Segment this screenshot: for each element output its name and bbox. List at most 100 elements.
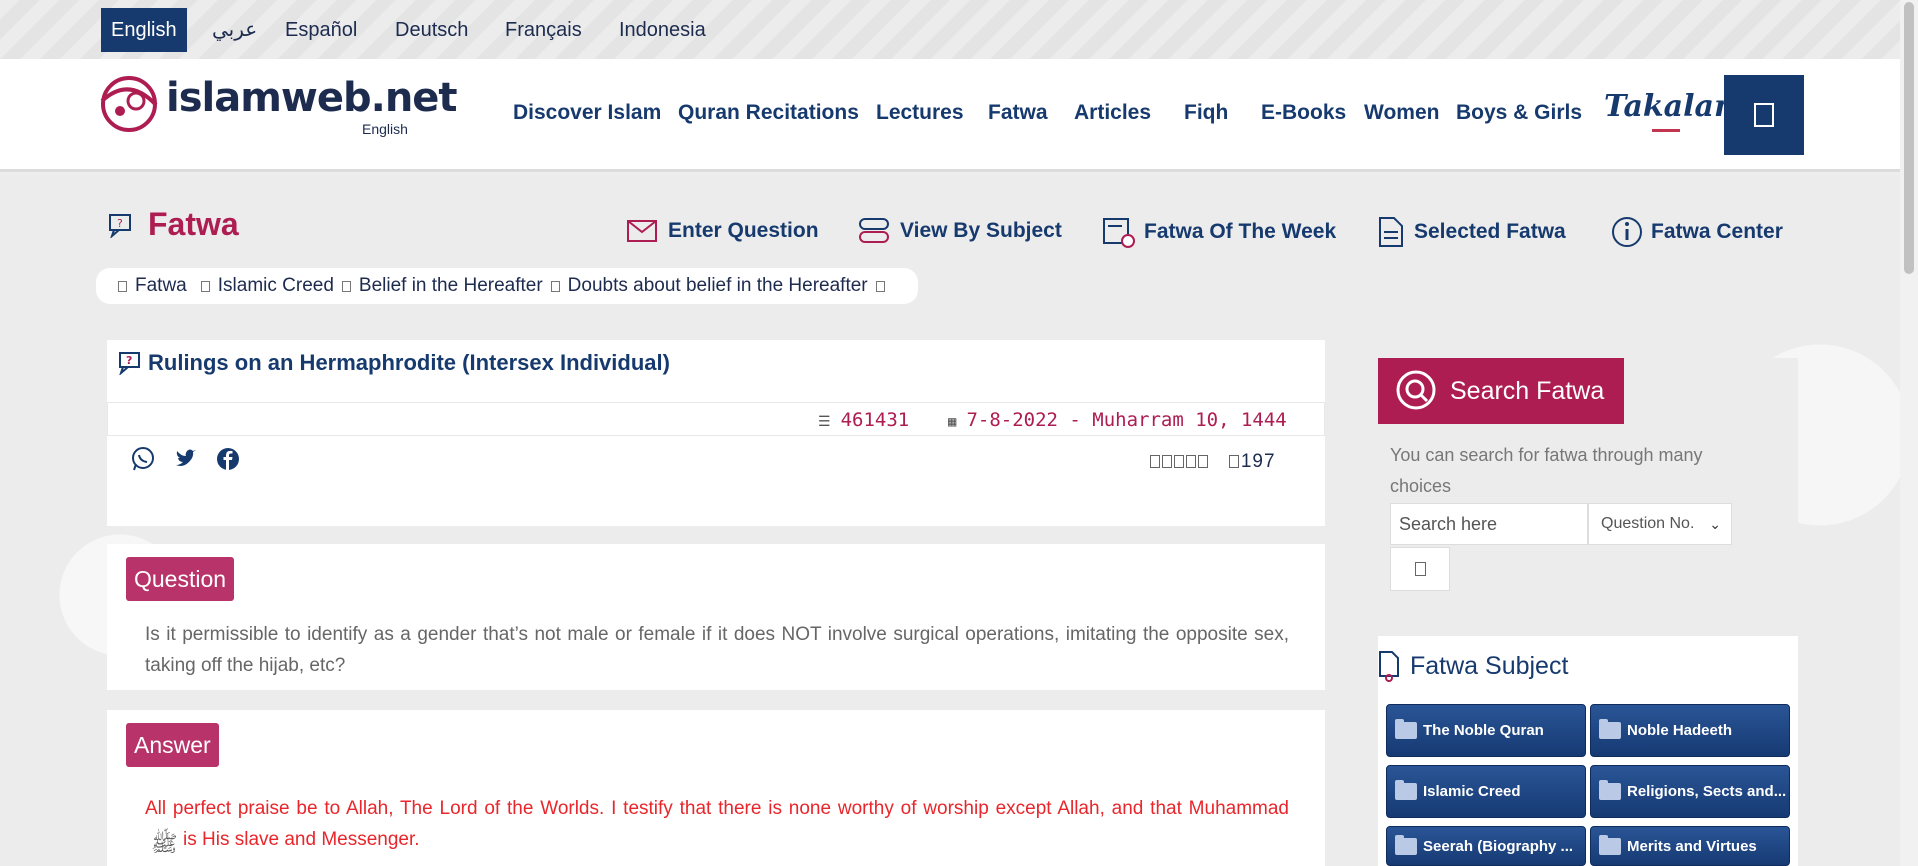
breadcrumb: Fatwa Islamic Creed Belief in the Hereaf…	[96, 268, 918, 304]
menu-icon	[1754, 103, 1774, 127]
star-icon[interactable]	[1150, 455, 1160, 468]
chevron-down-icon: ⌄	[1709, 516, 1721, 532]
whatsapp-icon[interactable]	[130, 446, 156, 472]
subject-noble-hadeeth[interactable]: Noble Hadeeth	[1590, 704, 1790, 757]
breadcrumb-belief-hereafter[interactable]: Belief in the Hereafter	[359, 275, 543, 297]
fatwa-question-icon: ?	[109, 213, 131, 238]
search-type-value: Question No.	[1601, 515, 1695, 532]
fatwa-date: ▦ 7-8-2022 - Muharram 10, 1444	[948, 409, 1287, 431]
subject-religions-sects[interactable]: Religions, Sects and...	[1590, 765, 1790, 818]
search-input[interactable]	[1390, 503, 1588, 545]
subject-islamic-creed[interactable]: Islamic Creed	[1386, 765, 1586, 818]
pbuh-calligraphy-icon: ﷺ	[151, 831, 178, 856]
search-fatwa-header[interactable]: Search Fatwa	[1378, 358, 1624, 424]
envelope-question-icon	[627, 220, 657, 242]
list-subject-icon	[859, 218, 889, 243]
question-label: Question	[126, 557, 235, 601]
nav-fiqh[interactable]: Fiqh	[1184, 101, 1228, 125]
folder-icon	[1599, 719, 1621, 739]
fatwa-number: ☰ 461431	[818, 409, 910, 431]
fatwa-section-header: ? Fatwa	[108, 206, 239, 243]
menu-button[interactable]	[1724, 75, 1804, 155]
rating-and-views: 197	[1150, 451, 1276, 473]
star-icon[interactable]	[1174, 455, 1184, 468]
folder-icon	[1599, 834, 1621, 855]
search-submit-button[interactable]	[1390, 547, 1450, 591]
nav-quran-recitations[interactable]: Quran Recitations	[678, 101, 859, 125]
breadcrumb-fatwa[interactable]: Fatwa	[135, 275, 187, 297]
nav-ebooks[interactable]: E-Books	[1261, 101, 1346, 125]
nav-lectures[interactable]: Lectures	[876, 101, 964, 125]
fatwa-center-label: Fatwa Center	[1651, 220, 1783, 243]
lang-spanish[interactable]: Español	[275, 8, 367, 52]
fatwa-page-title: Fatwa	[148, 206, 239, 242]
folder-icon	[1395, 834, 1417, 855]
lang-indonesian[interactable]: Indonesia	[609, 8, 716, 52]
calendar-clock-icon	[1103, 218, 1135, 248]
lang-german[interactable]: Deutsch	[385, 8, 478, 52]
breadcrumb-doubts[interactable]: Doubts about belief in the Hereafter	[568, 275, 868, 297]
list-icon: ☰	[818, 414, 831, 430]
view-by-subject-label: View By Subject	[900, 219, 1062, 242]
answer-text: All perfect praise be to Allah, The Lord…	[145, 798, 1289, 856]
star-icon[interactable]	[1198, 455, 1208, 468]
lang-english[interactable]: English	[101, 8, 187, 52]
subject-noble-quran[interactable]: The Noble Quran	[1386, 704, 1586, 757]
search-icon	[1414, 562, 1426, 576]
document-tree-icon	[1379, 651, 1399, 682]
lang-french[interactable]: Français	[495, 8, 592, 52]
fatwa-title: ? Rulings on an Hermaphrodite (Intersex …	[118, 350, 670, 376]
fatwa-of-week-label: Fatwa Of The Week	[1144, 220, 1337, 243]
document-icon	[1379, 217, 1403, 247]
info-icon	[1612, 217, 1642, 247]
lang-arabic[interactable]: عربي	[202, 8, 267, 52]
folder-icon	[1395, 780, 1417, 800]
svg-text:?: ?	[117, 217, 123, 230]
selected-fatwa-label: Selected Fatwa	[1414, 220, 1566, 243]
chevron-icon	[200, 280, 210, 292]
calendar-icon: ▦	[948, 414, 957, 430]
folder-icon	[1599, 780, 1621, 800]
site-header: islamweb.net English Discover Islam Qura…	[0, 59, 1900, 172]
site-logo[interactable]: islamweb.net English	[96, 71, 458, 141]
enter-question-link[interactable]: Enter Question	[626, 216, 819, 246]
answer-label: Answer	[126, 723, 219, 767]
search-type-select[interactable]: Question No. ⌄	[1588, 503, 1732, 545]
subject-merits-virtues[interactable]: Merits and Virtues	[1590, 826, 1790, 866]
search-bubble-icon	[1396, 370, 1436, 410]
folder-icon	[1395, 719, 1417, 739]
star-icon[interactable]	[1186, 455, 1196, 468]
breadcrumb-islamic-creed[interactable]: Islamic Creed	[218, 275, 334, 297]
nav-articles[interactable]: Articles	[1074, 101, 1151, 125]
logo-icon	[100, 76, 158, 132]
fatwa-subject-title: Fatwa Subject	[1410, 651, 1569, 680]
eye-icon	[1228, 455, 1239, 468]
search-description: You can search for fatwa through many ch…	[1390, 445, 1703, 496]
subject-seerah[interactable]: Seerah (Biography ...	[1386, 826, 1586, 866]
view-count: 197	[1240, 451, 1276, 472]
nav-discover-islam[interactable]: Discover Islam	[513, 101, 661, 125]
search-fatwa-title: Search Fatwa	[1450, 376, 1605, 405]
home-icon	[118, 280, 127, 292]
fatwa-title-text: Rulings on an Hermaphrodite (Intersex In…	[148, 350, 670, 375]
chevron-icon	[550, 280, 560, 292]
takalam-underline	[1652, 129, 1680, 132]
nav-women[interactable]: Women	[1364, 101, 1439, 125]
twitter-icon[interactable]	[173, 446, 199, 472]
fatwa-subject-heading: Fatwa Subject	[1378, 650, 1568, 682]
view-by-subject-link[interactable]: View By Subject	[858, 216, 1062, 246]
logo-subtitle: English	[362, 121, 408, 137]
selected-fatwa-link[interactable]: Selected Fatwa	[1376, 216, 1566, 248]
logo-text: islamweb.net	[166, 75, 458, 121]
nav-boys-girls[interactable]: Boys & Girls	[1456, 101, 1582, 125]
enter-question-label: Enter Question	[668, 219, 819, 242]
chevron-icon	[341, 280, 351, 292]
question-bubble-icon: ?	[119, 352, 140, 375]
fatwa-of-week-link[interactable]: Fatwa Of The Week	[1102, 216, 1336, 248]
fatwa-center-link[interactable]: Fatwa Center	[1611, 216, 1783, 248]
facebook-icon[interactable]	[215, 446, 241, 472]
question-text: Is it permissible to identify as a gende…	[145, 624, 1289, 676]
scrollbar-thumb[interactable]	[1904, 2, 1914, 274]
nav-fatwa[interactable]: Fatwa	[988, 101, 1048, 125]
star-icon[interactable]	[1162, 455, 1172, 468]
